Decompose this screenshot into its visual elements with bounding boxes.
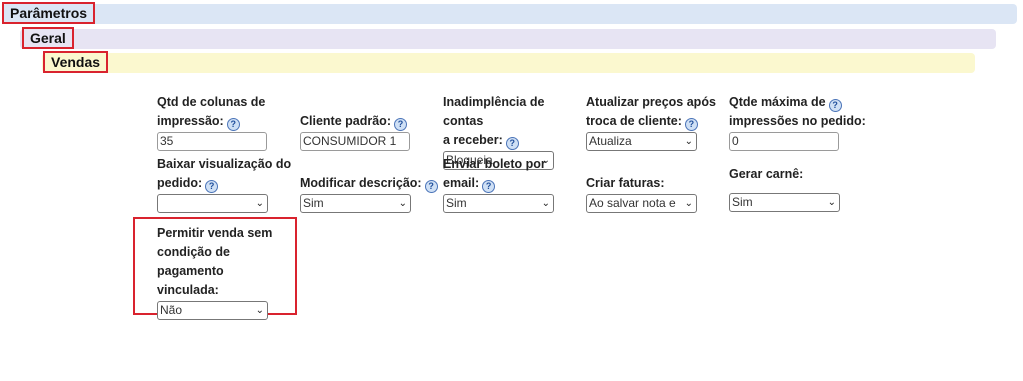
field-label: impressões no pedido: [729, 114, 866, 128]
chevron-down-icon: ⌄ [398, 198, 407, 209]
field-qtde-maxima: Qtde máxima de ? impressões no pedido: 0 [729, 93, 869, 151]
field-label: Atualizar preços após [586, 95, 716, 109]
cliente-padrao-input[interactable]: CONSUMIDOR 1 [300, 132, 410, 151]
field-label: condição de pagamento [157, 245, 230, 278]
question-icon[interactable]: ? [505, 137, 519, 150]
field-label: Cliente padrão: [300, 114, 391, 128]
field-label: Modificar descrição: [300, 176, 422, 190]
question-icon[interactable]: ? [828, 99, 842, 112]
field-label: Permitir venda sem [157, 226, 273, 240]
enviar-boleto-select[interactable]: Sim ⌄ [443, 194, 554, 213]
chevron-down-icon: ⌄ [827, 197, 836, 208]
section-bar-vendas[interactable] [42, 53, 975, 73]
chevron-down-icon: ⌄ [541, 198, 550, 209]
field-label: a receber: [443, 133, 503, 147]
field-cliente-padrao: Cliente padrão: ? CONSUMIDOR 1 [300, 112, 435, 151]
modificar-descricao-select[interactable]: Sim ⌄ [300, 194, 411, 213]
field-label: Enviar boleto por [443, 157, 546, 171]
section-title-parametros[interactable]: Parâmetros [2, 2, 96, 24]
field-atualizar-precos: Atualizar preços após troca de cliente: … [586, 93, 721, 151]
question-icon[interactable]: ? [205, 180, 219, 193]
field-permitir-venda: Permitir venda sem condição de pagamento… [157, 224, 292, 320]
section-title-geral[interactable]: Geral [22, 27, 74, 49]
permitir-venda-select[interactable]: Não ⌄ [157, 301, 268, 320]
field-label: Gerar carnê: [729, 167, 804, 181]
chevron-down-icon: ⌄ [255, 198, 264, 209]
gerar-carne-select[interactable]: Sim ⌄ [729, 193, 840, 212]
field-qtd-colunas: Qtd de colunas de impressão: ? 35 [157, 93, 292, 151]
field-label: troca de cliente: [586, 114, 682, 128]
qtd-colunas-input[interactable]: 35 [157, 132, 267, 151]
field-label: Baixar visualização do [157, 157, 292, 171]
field-label: Inadimplência de contas [443, 95, 545, 128]
field-criar-faturas: Criar faturas: Ao salvar nota e o ⌄ [586, 174, 721, 213]
question-icon[interactable]: ? [482, 180, 496, 193]
chevron-down-icon: ⌄ [684, 198, 693, 209]
atualizar-precos-select[interactable]: Atualiza ⌄ [586, 132, 697, 151]
field-label: Qtde máxima de [729, 95, 826, 109]
field-label: impressão: [157, 114, 224, 128]
baixar-visualizacao-select[interactable]: ⌄ [157, 194, 268, 213]
section-bar-parametros[interactable] [2, 4, 1017, 24]
field-label: pedido: [157, 176, 203, 190]
criar-faturas-select[interactable]: Ao salvar nota e o ⌄ [586, 194, 697, 213]
field-enviar-boleto: Enviar boleto por email: ? Sim ⌄ [443, 155, 578, 213]
field-gerar-carne: Gerar carnê: Sim ⌄ [729, 165, 864, 212]
section-bar-geral[interactable] [20, 29, 996, 49]
field-label: Qtd de colunas de [157, 95, 266, 109]
field-baixar-visualizacao: Baixar visualização do pedido: ? ⌄ [157, 155, 292, 213]
question-icon[interactable]: ? [424, 180, 438, 193]
qtde-maxima-input[interactable]: 0 [729, 132, 839, 151]
chevron-down-icon: ⌄ [255, 305, 264, 316]
field-label: vinculada: [157, 283, 219, 297]
chevron-down-icon: ⌄ [684, 136, 693, 147]
field-label: email: [443, 176, 480, 190]
question-icon[interactable]: ? [394, 118, 407, 131]
section-title-vendas[interactable]: Vendas [43, 51, 109, 73]
question-icon[interactable]: ? [226, 118, 240, 131]
question-icon[interactable]: ? [684, 118, 698, 131]
field-label: Criar faturas: [586, 176, 665, 190]
field-modificar-descricao: Modificar descrição: ? Sim ⌄ [300, 174, 440, 213]
